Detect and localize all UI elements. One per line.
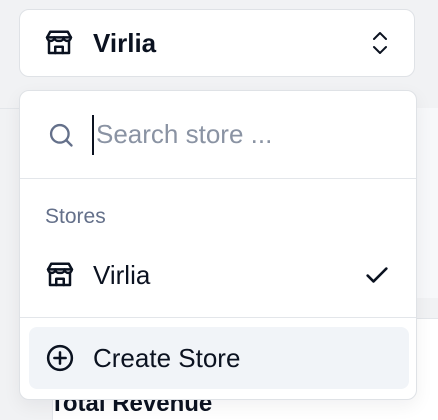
store-search-bar	[20, 91, 416, 179]
plus-circle-icon	[45, 343, 75, 373]
store-icon	[44, 28, 74, 58]
stores-group-label: Stores	[45, 205, 106, 228]
store-switcher-button[interactable]: Virlia	[19, 9, 415, 77]
create-store-button[interactable]: Create Store	[29, 327, 409, 389]
store-option-virlia[interactable]: Virlia	[29, 247, 407, 303]
background-panel	[417, 108, 438, 298]
store-search-input[interactable]	[92, 114, 396, 155]
store-switcher-popover: Stores Virlia	[19, 90, 417, 400]
store-option-label: Virlia	[93, 259, 151, 290]
check-icon	[363, 261, 391, 289]
app-root: Total Revenue Virlia Search store ... St…	[0, 0, 438, 420]
popover-divider	[20, 317, 416, 318]
store-icon	[45, 260, 75, 290]
selected-store-name: Virlia	[93, 27, 157, 58]
create-store-label: Create Store	[93, 342, 241, 373]
search-icon	[46, 120, 76, 150]
chevrons-up-down-icon	[368, 29, 392, 57]
